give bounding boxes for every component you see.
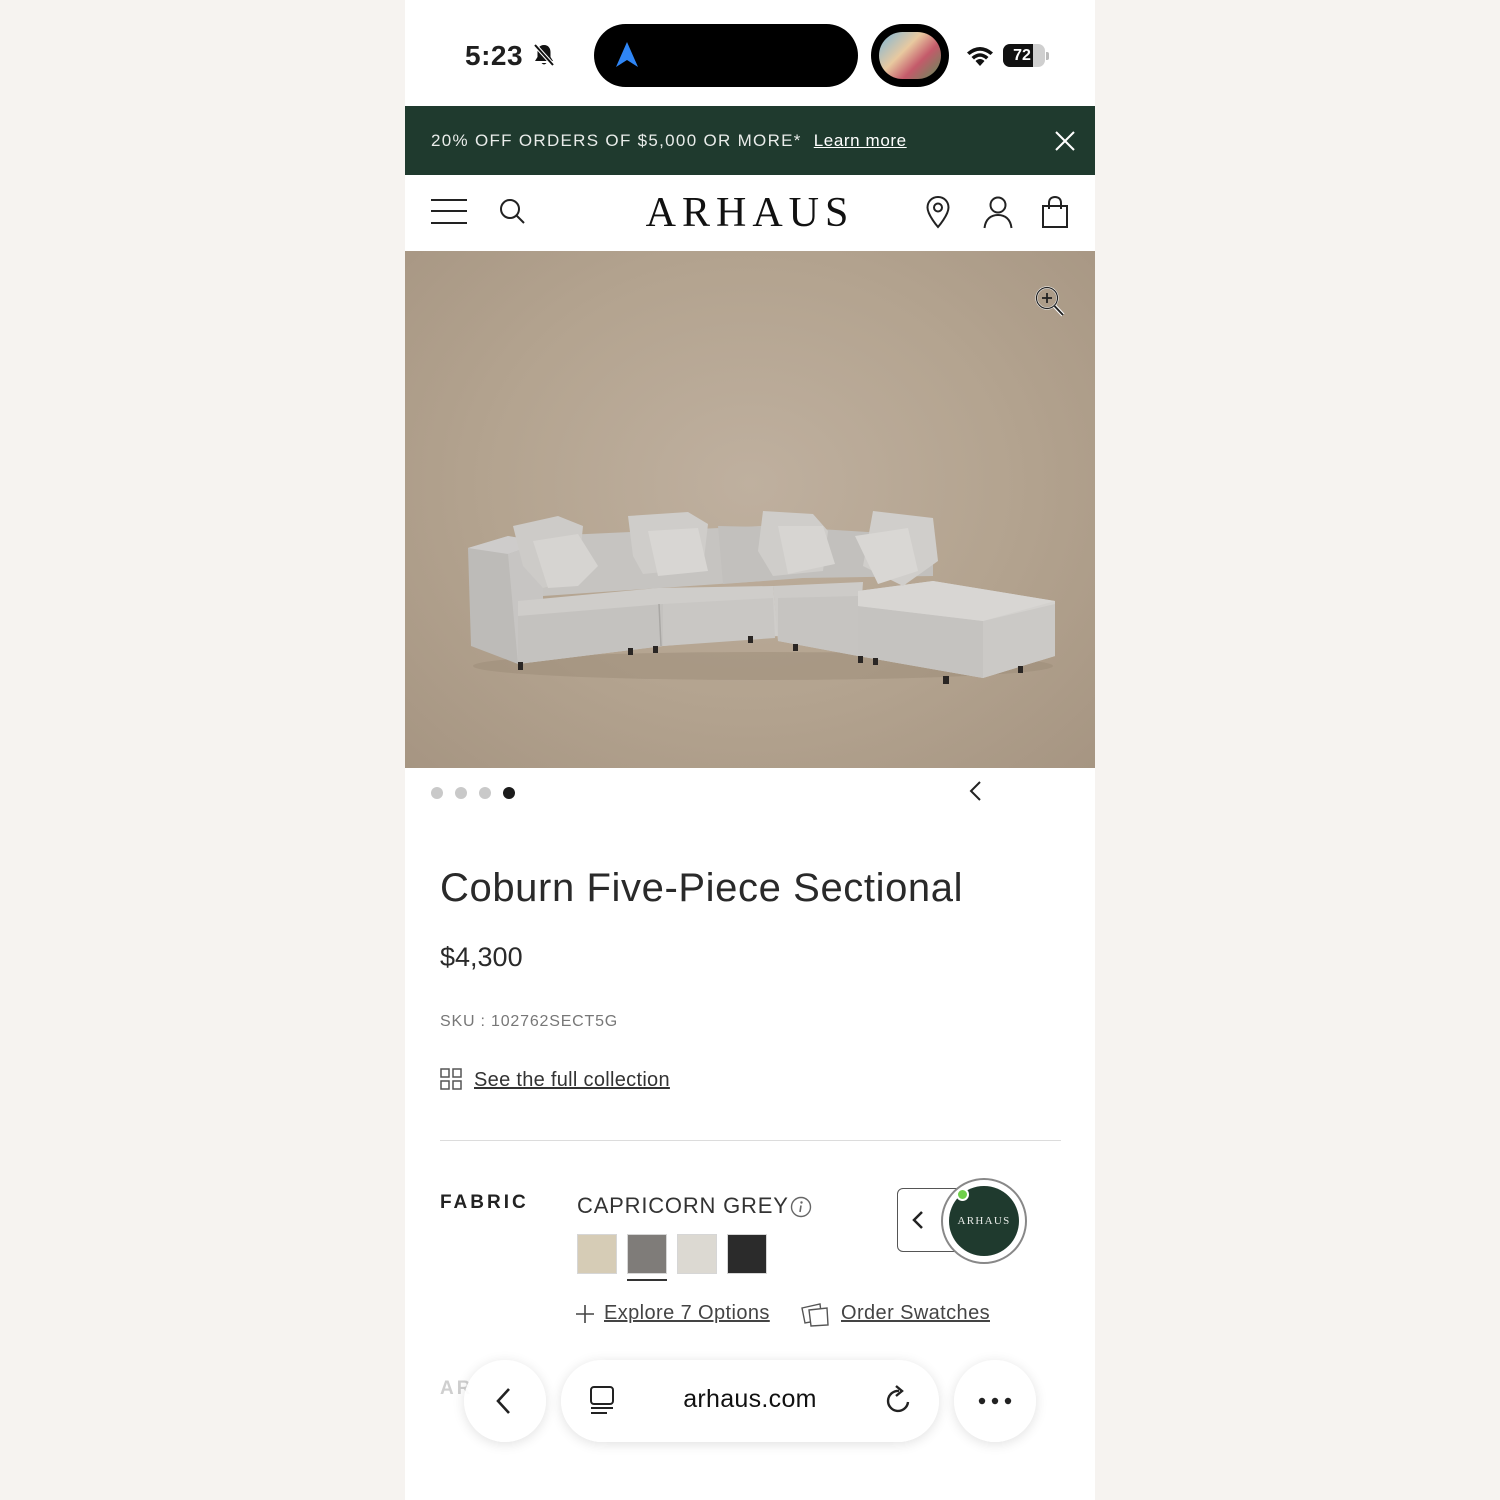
carousel-dot[interactable] <box>431 787 443 799</box>
chevron-left-icon <box>496 1388 510 1414</box>
address-bar[interactable]: arhaus.com <box>561 1360 939 1442</box>
chevron-left-icon <box>912 1211 923 1229</box>
wifi-icon <box>967 47 993 66</box>
sectional-sofa-illustration <box>468 511 1055 684</box>
promo-banner: 20% OFF ORDERS OF $5,000 OR MORE* Learn … <box>405 106 1095 175</box>
chevron-left-icon[interactable] <box>965 778 987 804</box>
product-title: Coburn Five-Piece Sectional <box>440 866 964 910</box>
arhaus-logo[interactable]: ARHAUS <box>605 189 895 237</box>
selected-swatch-indicator <box>627 1279 667 1281</box>
dynamic-island[interactable] <box>594 24 858 87</box>
selected-fabric-name: CAPRICORN GREY <box>577 1193 789 1218</box>
chat-avatar[interactable]: ARHAUS <box>941 1178 1027 1264</box>
plus-icon <box>576 1305 594 1323</box>
product-sku: SKU : 102762SECT5G <box>440 1013 619 1030</box>
promo-learn-more-link[interactable]: Learn more <box>814 131 907 150</box>
carousel-dot[interactable] <box>479 787 491 799</box>
fabric-swatch[interactable] <box>577 1234 617 1274</box>
promo-text-wrap: 20% OFF ORDERS OF $5,000 OR MORE* Learn … <box>431 131 907 151</box>
divider <box>440 1140 1061 1141</box>
close-icon[interactable] <box>1051 127 1079 155</box>
carousel-dot[interactable] <box>503 787 515 799</box>
carousel-dot[interactable] <box>455 787 467 799</box>
fabric-swatch[interactable] <box>727 1234 767 1274</box>
browser-back-button[interactable] <box>464 1360 546 1442</box>
promo-text: 20% OFF ORDERS OF $5,000 OR MORE* <box>431 131 802 150</box>
fabric-swatch[interactable] <box>627 1234 667 1274</box>
fabric-swatch[interactable] <box>677 1234 717 1274</box>
battery-indicator: 72 <box>1003 44 1049 67</box>
status-time: 5:23 <box>465 40 524 71</box>
phone-screen: 5:23 72 20% OFF ORDERS OF $5,000 OR MORE… <box>405 0 1095 1500</box>
online-status-dot <box>956 1188 969 1201</box>
pip-video-thumbnail <box>879 32 941 79</box>
menu-icon[interactable] <box>431 198 467 226</box>
product-image[interactable] <box>405 251 1095 768</box>
zoom-in-icon[interactable] <box>1033 284 1067 320</box>
shopping-bag-icon[interactable] <box>1038 194 1072 230</box>
search-icon[interactable] <box>497 196 527 226</box>
order-swatches-text[interactable]: Order Swatches <box>841 1302 990 1325</box>
explore-options-text[interactable]: Explore 7 Options <box>604 1302 770 1325</box>
info-icon[interactable] <box>790 1196 812 1218</box>
browser-more-button[interactable] <box>954 1360 1036 1442</box>
location-pin-icon[interactable] <box>921 194 955 230</box>
product-price: $4,300 <box>440 942 523 972</box>
more-dots-icon <box>978 1397 1012 1405</box>
fabric-label: FABRIC <box>440 1192 529 1213</box>
account-icon[interactable] <box>981 194 1015 230</box>
status-bar: 5:23 72 <box>405 0 1095 106</box>
picture-in-picture-thumbnail[interactable] <box>871 24 949 87</box>
site-header: ARHAUS <box>405 175 1095 251</box>
battery-percent: 72 <box>1013 47 1031 64</box>
navigation-arrow-icon <box>616 42 638 67</box>
reload-icon[interactable] <box>883 1383 915 1417</box>
swatch-cards-icon <box>801 1303 829 1327</box>
silent-bell-icon <box>533 43 555 67</box>
grid-icon <box>440 1068 462 1090</box>
see-collection-text[interactable]: See the full collection <box>474 1069 670 1092</box>
